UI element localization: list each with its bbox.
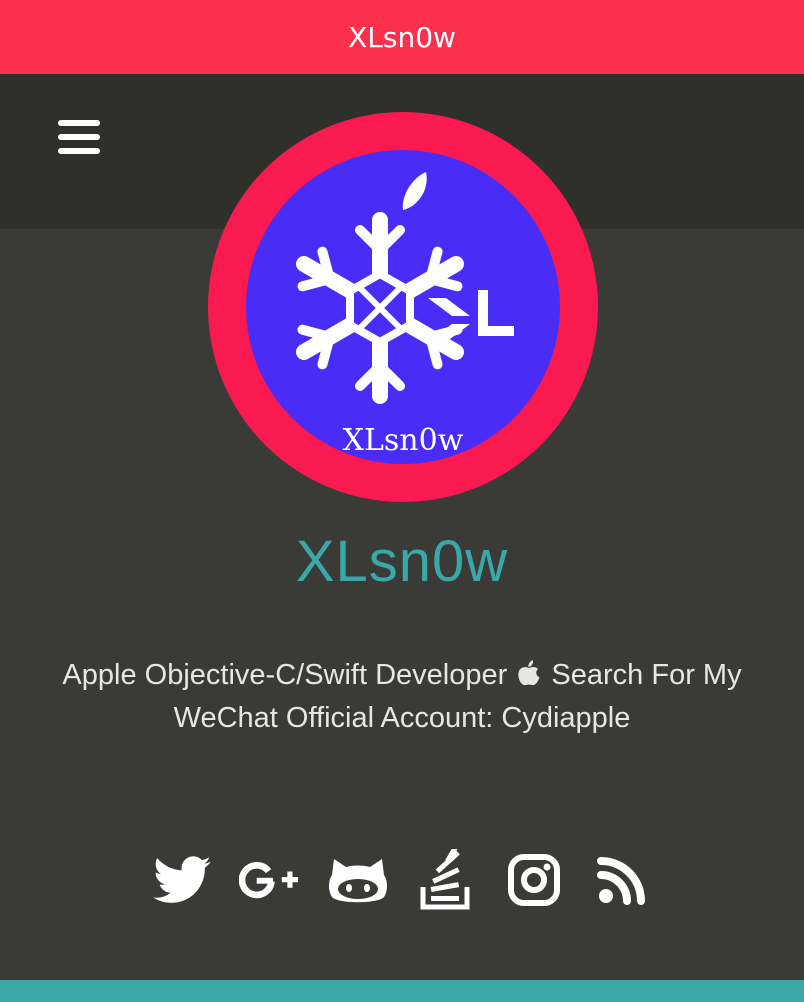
apple-icon — [518, 660, 540, 686]
menu-button[interactable] — [58, 120, 100, 154]
header-title: XLsn0w — [348, 20, 456, 54]
google-plus-icon — [239, 862, 299, 899]
twitter-icon — [153, 856, 211, 903]
stack-overflow-link[interactable] — [415, 849, 477, 911]
social-links — [120, 840, 684, 920]
profile-bio: Apple Objective-C/Swift Developer Search… — [40, 654, 764, 740]
rss-icon — [597, 857, 645, 905]
avatar-caption: XLsn0w — [342, 423, 464, 458]
instagram-icon — [508, 854, 560, 906]
hamburger-menu-icon — [58, 120, 100, 154]
github-link[interactable] — [327, 849, 389, 911]
github-icon — [329, 859, 387, 903]
top-bar: XLsn0w — [0, 0, 804, 74]
profile-name[interactable]: XLsn0w — [0, 528, 804, 595]
bio-text-part1: Apple Objective-C/Swift Developer — [62, 659, 508, 691]
rss-link[interactable] — [591, 849, 653, 911]
stack-overflow-icon — [420, 849, 470, 910]
google-plus-link[interactable] — [239, 849, 301, 911]
bottom-bar — [0, 980, 804, 1002]
twitter-link[interactable] — [151, 849, 213, 911]
instagram-link[interactable] — [503, 849, 565, 911]
